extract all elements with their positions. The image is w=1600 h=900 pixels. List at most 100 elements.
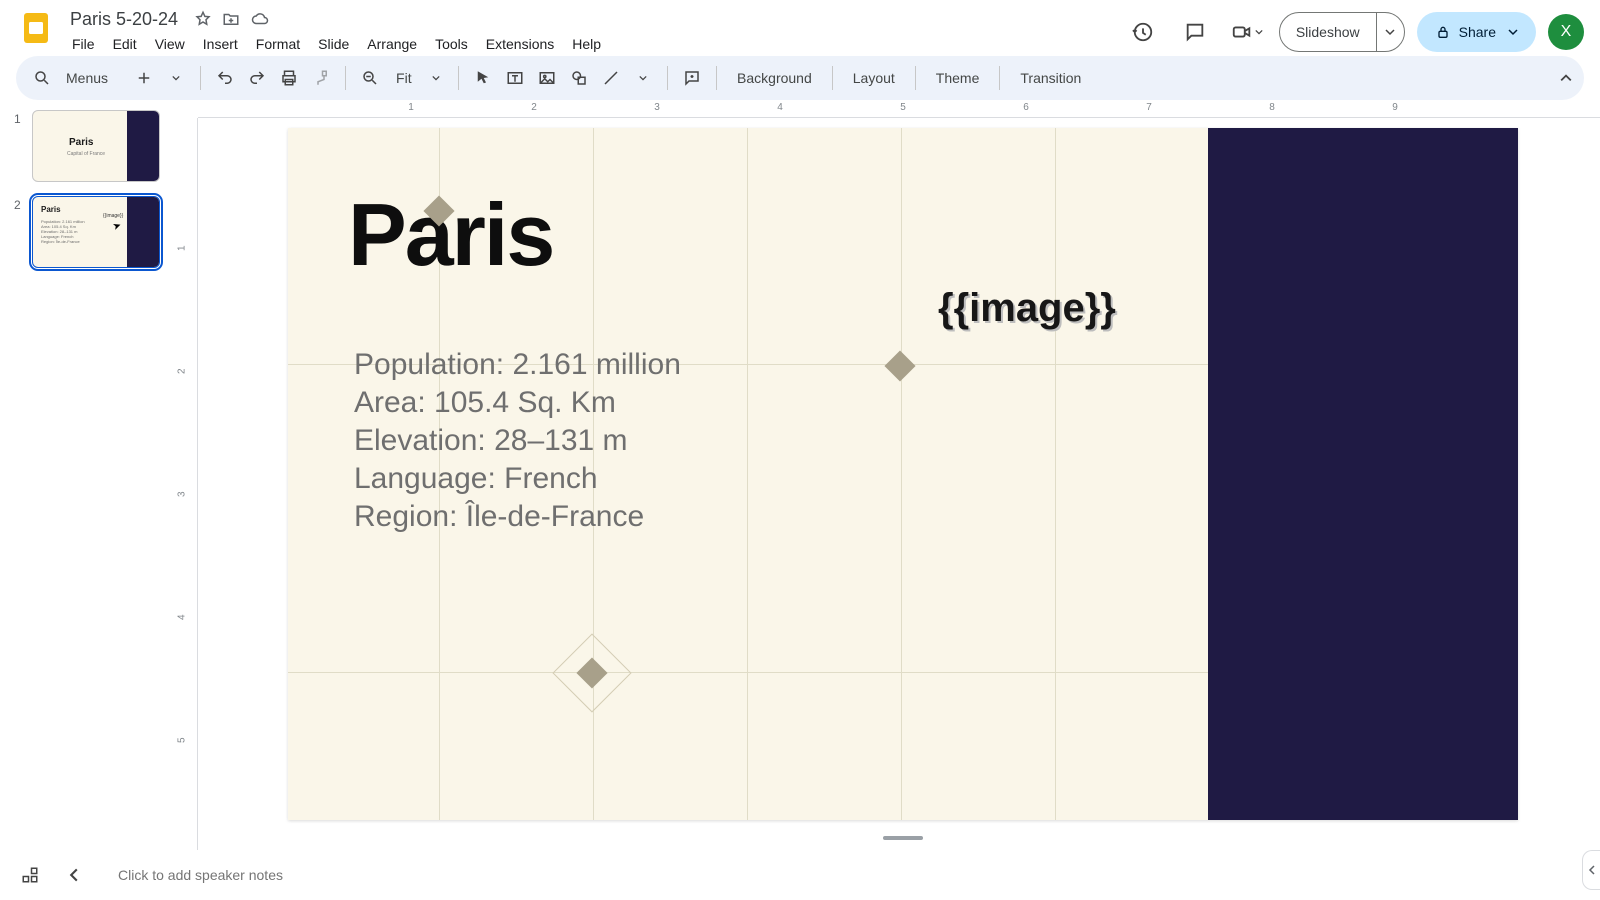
- speaker-notes-input[interactable]: [104, 858, 1584, 892]
- slide-viewport[interactable]: Paris Population: 2.161 million Area: 10…: [198, 118, 1600, 850]
- textbox-tool[interactable]: [501, 64, 529, 92]
- background-button[interactable]: Background: [727, 64, 822, 92]
- zoom-value: Fit: [396, 70, 412, 86]
- separator: [345, 66, 346, 90]
- shape-tool[interactable]: [565, 64, 593, 92]
- body-line: Population: 2.161 million: [354, 346, 681, 384]
- slides-logo[interactable]: [16, 8, 56, 48]
- thumb-number: 1: [14, 110, 24, 182]
- slideshow-main[interactable]: Slideshow: [1280, 13, 1376, 51]
- menu-extensions[interactable]: Extensions: [478, 32, 562, 56]
- image-tool[interactable]: [533, 64, 561, 92]
- comment-button[interactable]: [678, 64, 706, 92]
- ruler-tick: 5: [177, 737, 188, 743]
- slide-thumbnail-1[interactable]: Paris Capital of France: [32, 110, 160, 182]
- menu-insert[interactable]: Insert: [195, 32, 246, 56]
- body-line: Language: French: [354, 460, 681, 498]
- new-slide-dropdown[interactable]: [162, 64, 190, 92]
- separator: [667, 66, 668, 90]
- menus-label: Menus: [60, 70, 114, 86]
- star-icon[interactable]: [194, 10, 212, 28]
- slide-title[interactable]: Paris: [348, 184, 553, 286]
- ruler-tick: 5: [900, 102, 906, 113]
- lock-icon: [1435, 24, 1451, 40]
- menu-format[interactable]: Format: [248, 32, 308, 56]
- vertical-ruler[interactable]: 1 2 3 4 5: [180, 118, 198, 850]
- new-slide-button[interactable]: [130, 64, 158, 92]
- undo-button[interactable]: [211, 64, 239, 92]
- print-button[interactable]: [275, 64, 303, 92]
- search-menus-icon[interactable]: [28, 64, 56, 92]
- collapse-filmstrip-icon[interactable]: [60, 861, 88, 889]
- comments-icon[interactable]: [1175, 12, 1215, 52]
- filmstrip: 1 Paris Capital of France 2 Paris Popula…: [0, 100, 180, 850]
- separator: [915, 66, 916, 90]
- body-line: Area: 105.4 Sq. Km: [354, 384, 681, 422]
- theme-button[interactable]: Theme: [926, 64, 990, 92]
- redo-button[interactable]: [243, 64, 271, 92]
- slide-thumbnail-2[interactable]: Paris Population: 2.161 million Area: 10…: [32, 196, 160, 268]
- slideshow-dropdown[interactable]: [1376, 13, 1404, 51]
- move-icon[interactable]: [222, 10, 240, 28]
- ruler-tick: 9: [1392, 102, 1398, 113]
- paint-format-button[interactable]: [307, 64, 335, 92]
- diamond-decoration: [884, 350, 915, 381]
- workspace: 1 Paris Capital of France 2 Paris Popula…: [0, 100, 1600, 850]
- select-tool[interactable]: [469, 64, 497, 92]
- line-tool[interactable]: [597, 64, 625, 92]
- menu-edit[interactable]: Edit: [105, 32, 145, 56]
- title-area: Paris 5-20-24 File Edit View Insert Form…: [64, 8, 1123, 56]
- side-panel-toggle[interactable]: [1582, 850, 1600, 890]
- separator: [832, 66, 833, 90]
- ruler-tick: 3: [177, 491, 188, 497]
- ruler-tick: 2: [531, 102, 537, 113]
- header-right: Slideshow Share X: [1123, 8, 1584, 52]
- chevron-down-icon: [1508, 27, 1518, 37]
- cursor-icon: ➤: [111, 220, 123, 233]
- layout-button[interactable]: Layout: [843, 64, 905, 92]
- ruler-tick: 1: [408, 102, 414, 113]
- thumb-title: Paris: [41, 205, 61, 214]
- slide-accent-panel: [1208, 128, 1518, 820]
- grid-view-icon[interactable]: [16, 861, 44, 889]
- zoom-out-button[interactable]: [356, 64, 384, 92]
- thumb-row-1: 1 Paris Capital of France: [14, 110, 166, 182]
- thumb-subtitle: Capital of France: [67, 151, 105, 157]
- title-bar: Paris 5-20-24 File Edit View Insert Form…: [0, 0, 1600, 52]
- ruler-tick: 1: [177, 245, 188, 251]
- slide-canvas[interactable]: Paris Population: 2.161 million Area: 10…: [288, 128, 1518, 820]
- cloud-status-icon[interactable]: [250, 10, 270, 28]
- history-icon[interactable]: [1123, 12, 1163, 52]
- zoom-select[interactable]: Fit: [388, 64, 448, 92]
- line-dropdown[interactable]: [629, 64, 657, 92]
- thumb-body: Population: 2.161 million Area: 105.4 Sq…: [41, 219, 99, 244]
- notes-resize-handle[interactable]: [883, 836, 923, 840]
- slide-body[interactable]: Population: 2.161 million Area: 105.4 Sq…: [354, 346, 681, 536]
- transition-button[interactable]: Transition: [1010, 64, 1091, 92]
- menu-view[interactable]: View: [147, 32, 193, 56]
- meet-icon[interactable]: [1227, 12, 1267, 52]
- grid-line: [1055, 128, 1056, 820]
- thumb-row-2: 2 Paris Population: 2.161 million Area: …: [14, 196, 166, 268]
- share-label: Share: [1459, 24, 1496, 40]
- document-title[interactable]: Paris 5-20-24: [64, 7, 184, 32]
- body-line: Region: Île-de-France: [354, 498, 681, 536]
- menu-help[interactable]: Help: [564, 32, 609, 56]
- menu-tools[interactable]: Tools: [427, 32, 476, 56]
- thumb-image-ph: {{image}}: [103, 213, 123, 219]
- ruler-tick: 3: [654, 102, 660, 113]
- account-avatar[interactable]: X: [1548, 14, 1584, 50]
- menu-slide[interactable]: Slide: [310, 32, 357, 56]
- menu-file[interactable]: File: [64, 32, 103, 56]
- body-line: Elevation: 28–131 m: [354, 422, 681, 460]
- image-placeholder[interactable]: {{image}}: [938, 286, 1116, 331]
- separator: [999, 66, 1000, 90]
- menu-arrange[interactable]: Arrange: [359, 32, 425, 56]
- slideshow-button: Slideshow: [1279, 12, 1405, 52]
- menu-bar: File Edit View Insert Format Slide Arran…: [64, 32, 1123, 56]
- horizontal-ruler[interactable]: 1 2 3 4 5 6 7 8 9: [198, 100, 1600, 118]
- share-button[interactable]: Share: [1417, 12, 1536, 52]
- ruler-tick: 6: [1023, 102, 1029, 113]
- collapse-toolbar-icon[interactable]: [1560, 72, 1572, 84]
- ruler-tick: 8: [1269, 102, 1275, 113]
